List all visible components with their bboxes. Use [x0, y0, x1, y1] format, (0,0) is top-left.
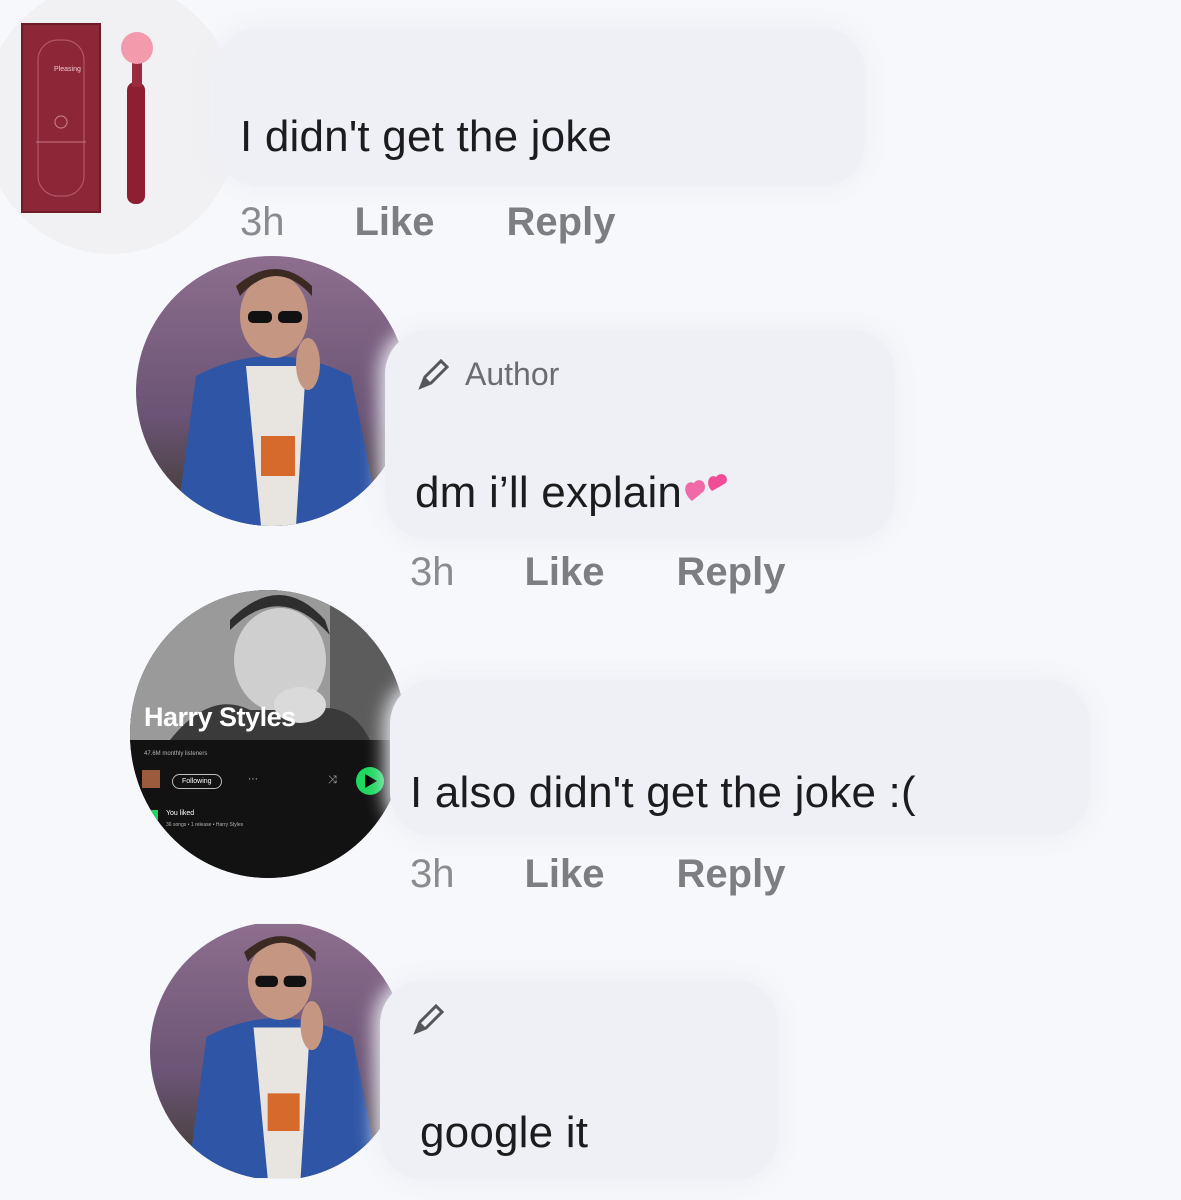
- comment-body: dm i’ll explain: [415, 468, 683, 517]
- following-button[interactable]: Following: [172, 774, 222, 789]
- timestamp: 3h: [410, 852, 455, 896]
- more-options-icon[interactable]: ⋯: [248, 774, 258, 785]
- reply-button[interactable]: Reply: [677, 550, 786, 595]
- reply-button[interactable]: Reply: [507, 200, 616, 245]
- comment-text: dm i’ll explain: [415, 468, 730, 518]
- box-brand-text: Pleasing: [54, 66, 81, 73]
- listeners-count: 47.6M monthly listeners: [144, 751, 208, 757]
- author-avatar[interactable]: [136, 256, 408, 526]
- spotify-avatar[interactable]: Harry Styles 47.6M monthly listeners Fol…: [130, 590, 406, 878]
- comment-text: google it: [420, 1108, 589, 1157]
- comment-text: I didn't get the joke: [240, 112, 613, 161]
- artist-photo-icon: [130, 590, 406, 878]
- like-button[interactable]: Like: [525, 852, 605, 897]
- author-badge: Author: [415, 356, 559, 393]
- reply-button[interactable]: Reply: [677, 852, 786, 897]
- timestamp: 3h: [410, 550, 455, 594]
- liked-label: You liked: [166, 810, 195, 817]
- comment-actions: 3h Like Reply: [410, 852, 785, 897]
- liked-details: 36 songs • 1 release • Harry Styles: [166, 822, 244, 828]
- artist-name: Harry Styles: [144, 702, 296, 732]
- timestamp: 3h: [240, 200, 285, 244]
- product-box-icon: [21, 23, 153, 213]
- comment-actions: 3h Like Reply: [240, 200, 615, 245]
- product-avatar[interactable]: Pleasing: [0, 0, 240, 254]
- comment-bubble-1: [215, 28, 865, 186]
- like-button[interactable]: Like: [525, 550, 605, 595]
- like-button[interactable]: Like: [355, 200, 435, 245]
- author-label: Author: [465, 356, 560, 392]
- comment-actions: 3h Like Reply: [410, 550, 785, 595]
- comment-text: I also didn't get the joke :(: [410, 768, 916, 817]
- person-photo-icon: [150, 923, 406, 1179]
- pencil-icon: [418, 358, 450, 390]
- two-hearts-icon: [685, 474, 728, 501]
- shuffle-icon[interactable]: ⤨: [328, 774, 337, 787]
- person-photo-icon: [136, 256, 408, 526]
- pencil-icon: [413, 1003, 445, 1035]
- author-avatar[interactable]: [150, 922, 406, 1180]
